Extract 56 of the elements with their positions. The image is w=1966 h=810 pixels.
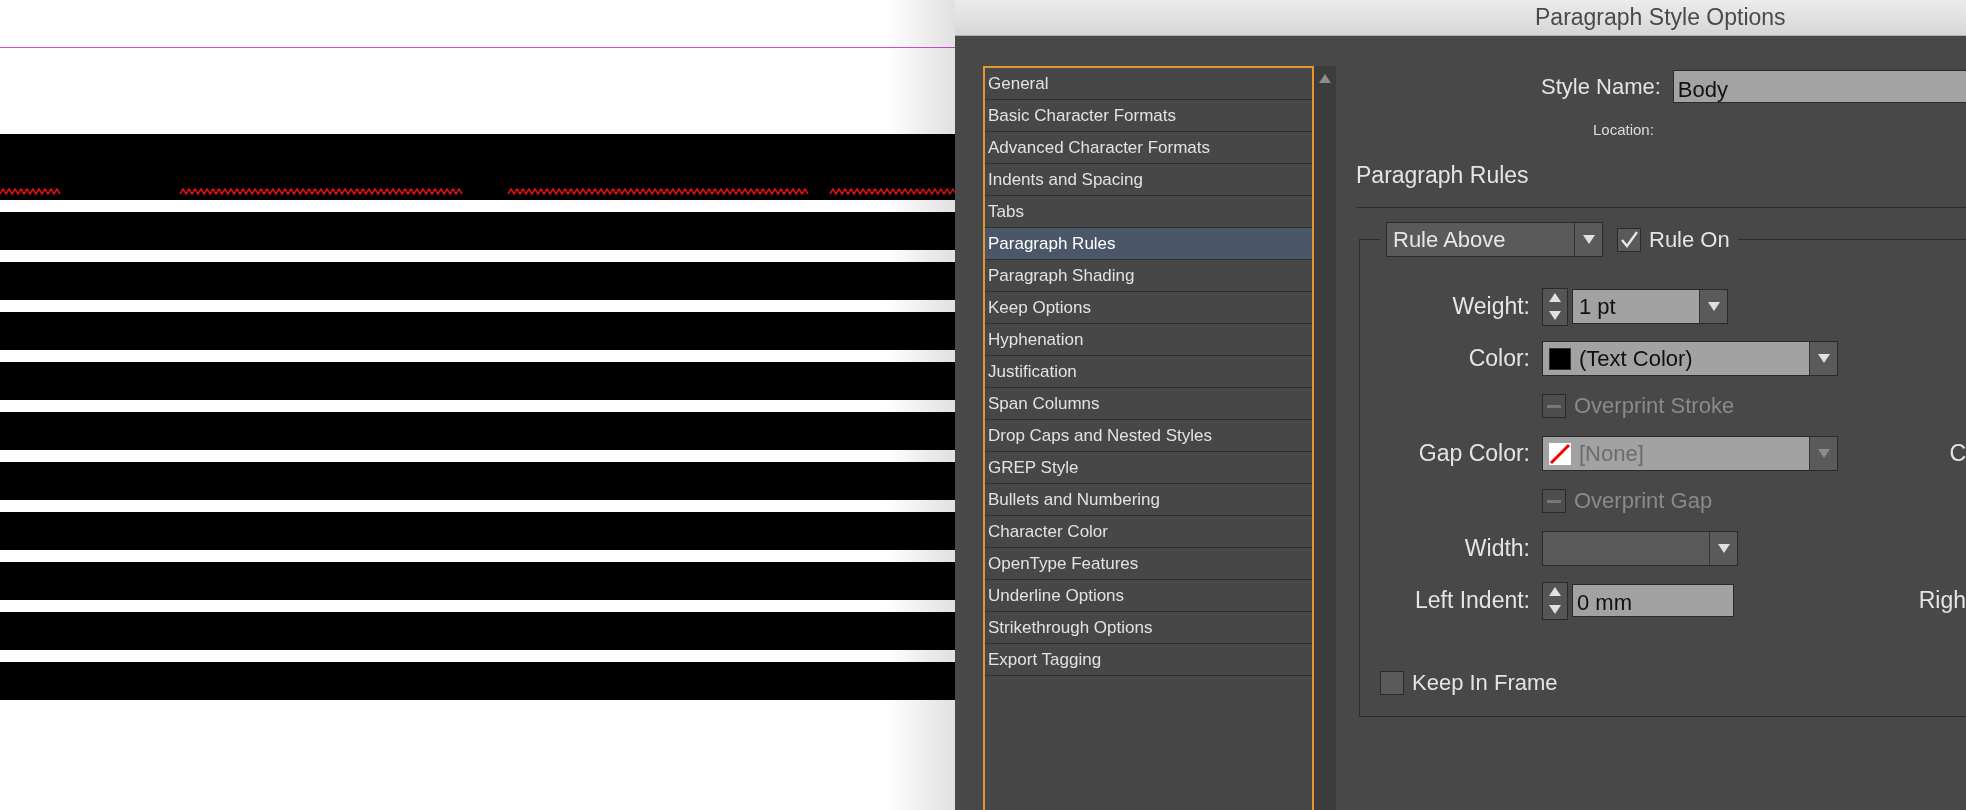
color-select[interactable]: (Text Color) <box>1542 341 1838 376</box>
field-label: C <box>1948 440 1966 467</box>
category-item[interactable]: Paragraph Shading <box>985 260 1312 292</box>
field-label: Width: <box>1463 535 1530 562</box>
indent-field[interactable]: 0 mm <box>1572 584 1734 617</box>
category-item[interactable]: Advanced Character Formats <box>985 132 1312 164</box>
rule-select[interactable]: Rule Above <box>1386 222 1603 257</box>
category-item[interactable]: Character Color <box>985 516 1312 548</box>
category-item[interactable]: GREP Style <box>985 452 1312 484</box>
stepper[interactable] <box>1542 287 1568 326</box>
field-label: Color: <box>1467 345 1530 372</box>
down-arrow-icon <box>1707 302 1720 311</box>
field-label: Gap Color: <box>1417 440 1530 467</box>
weight-select[interactable]: 1 pt <box>1572 289 1728 324</box>
up-arrow-icon <box>1549 587 1561 596</box>
category-item[interactable]: Indents and Spacing <box>985 164 1312 196</box>
style-name-field[interactable]: Body <box>1672 70 1966 103</box>
checkbox-label: Overprint Gap <box>1574 488 1713 514</box>
stepper[interactable] <box>1542 581 1568 620</box>
scrollbar[interactable] <box>1314 66 1336 810</box>
category-item[interactable]: Span Columns <box>985 388 1312 420</box>
field-label: Style Name: <box>1541 73 1661 100</box>
up-arrow-icon <box>1549 293 1561 302</box>
category-item[interactable]: Justification <box>985 356 1312 388</box>
down-arrow-icon <box>1582 235 1595 244</box>
location-label: Location: <box>1593 121 1654 138</box>
category-item[interactable]: Bullets and Numbering <box>985 484 1312 516</box>
down-arrow-icon <box>1817 354 1830 363</box>
up-arrow-icon <box>1319 74 1331 83</box>
field-label: Righ <box>1917 587 1966 614</box>
down-arrow-icon <box>1549 311 1561 320</box>
category-item[interactable]: Keep Options <box>985 292 1312 324</box>
category-item[interactable]: Paragraph Rules <box>985 228 1312 260</box>
checkbox-label: Overprint Stroke <box>1574 393 1735 419</box>
down-arrow-icon <box>1549 605 1561 614</box>
category-item[interactable]: General <box>985 68 1312 100</box>
checkbox-label: Rule On <box>1649 226 1730 253</box>
width-select[interactable] <box>1542 531 1738 566</box>
category-item[interactable]: Drop Caps and Nested Styles <box>985 420 1312 452</box>
category-item[interactable]: Strikethrough Options <box>985 612 1312 644</box>
field-label: Weight: <box>1451 293 1530 320</box>
section-title: Paragraph Rules <box>1356 162 1966 208</box>
category-item[interactable]: OpenType Features <box>985 548 1312 580</box>
down-arrow-icon <box>1817 449 1830 458</box>
dash-icon <box>1547 499 1561 503</box>
checkbox[interactable] <box>1380 671 1404 695</box>
dash-icon <box>1547 404 1561 408</box>
category-item[interactable]: Export Tagging <box>985 644 1312 676</box>
window-title: Paragraph Style Options <box>1535 4 1786 31</box>
category-item[interactable]: Basic Character Formats <box>985 100 1312 132</box>
category-item[interactable]: Underline Options <box>985 580 1312 612</box>
checkbox[interactable] <box>1617 227 1641 252</box>
down-arrow-icon <box>1717 544 1730 553</box>
field-label: Left Indent: <box>1413 587 1530 614</box>
checkbox-label: Keep In Frame <box>1412 670 1558 696</box>
category-item[interactable]: Hyphenation <box>985 324 1312 356</box>
